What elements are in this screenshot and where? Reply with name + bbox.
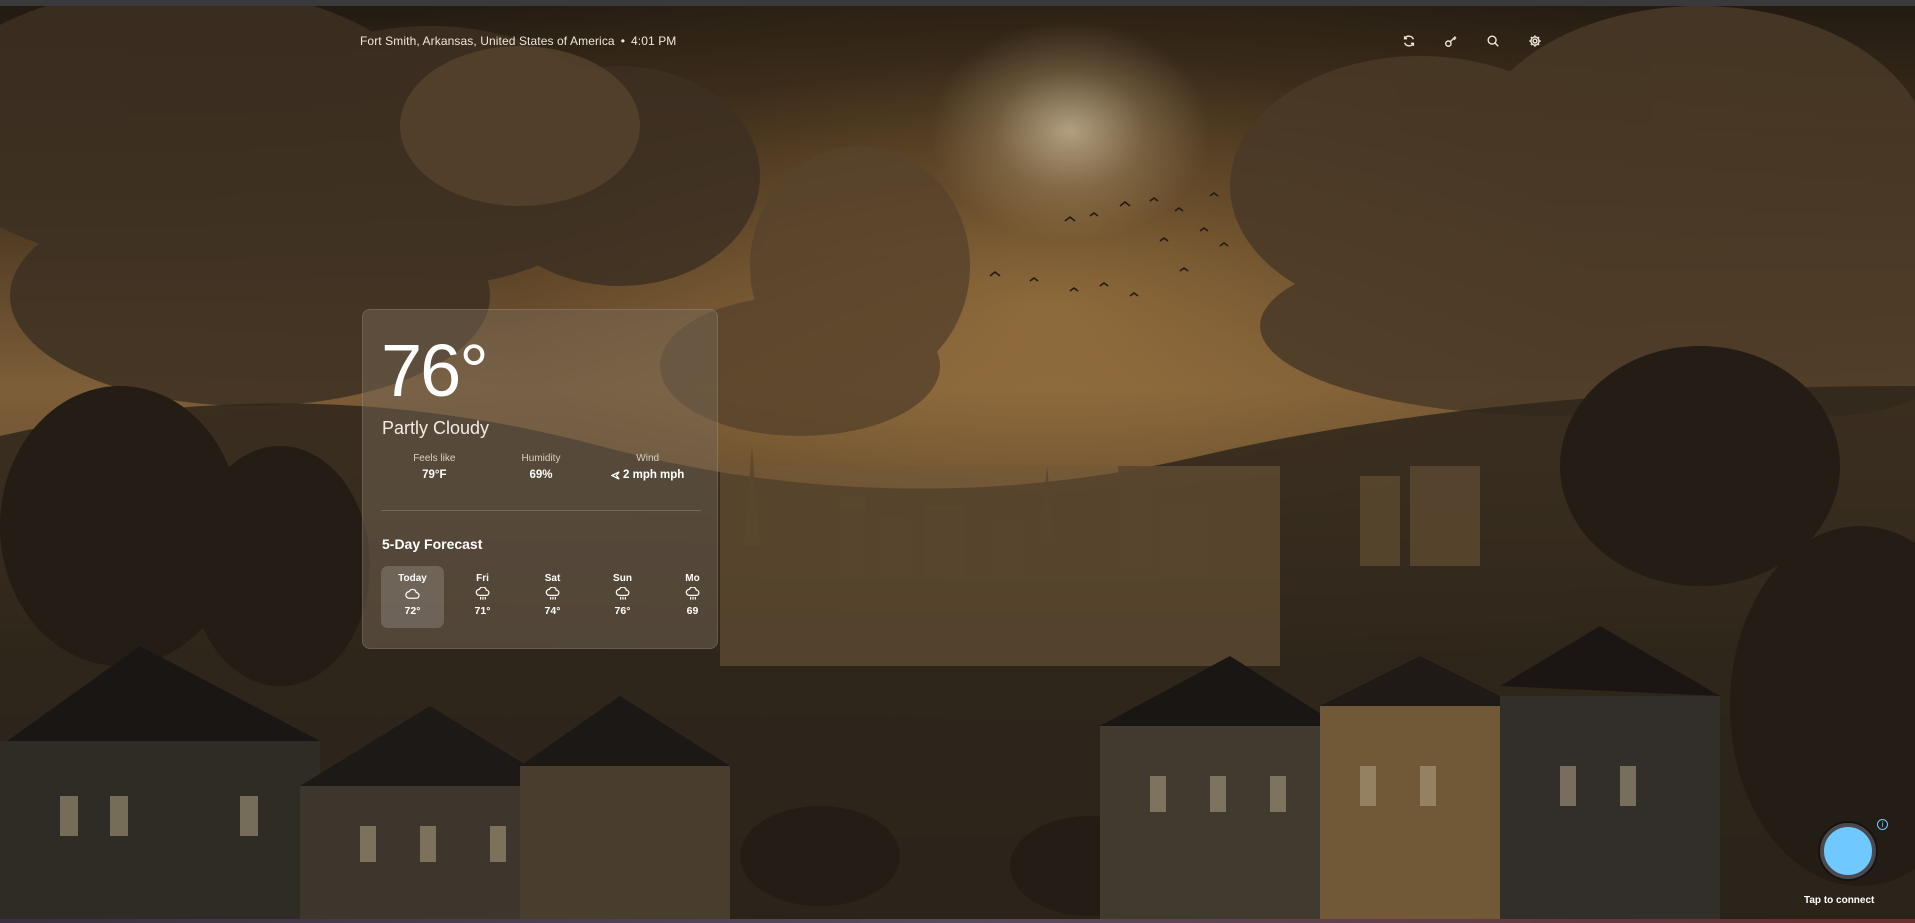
forecast-day-temp: 74° xyxy=(544,605,561,617)
wind-label: Wind xyxy=(636,453,660,464)
humidity-stat: Humidity 69% xyxy=(488,453,595,481)
feels-like-label: Feels like xyxy=(413,453,456,464)
card-divider xyxy=(381,510,701,511)
background-illustration xyxy=(0,6,1915,919)
forecast-day-temp: 76° xyxy=(614,605,631,617)
info-icon[interactable]: i xyxy=(1877,819,1888,830)
wind-direction-icon xyxy=(611,470,620,480)
header-separator: • xyxy=(620,34,626,48)
forecast-day-temp: 72° xyxy=(404,605,421,617)
current-stats: Feels like 79°F Humidity 69% Wind 2 mph … xyxy=(381,453,701,481)
humidity-label: Humidity xyxy=(521,453,561,464)
forecast-day-name: Today xyxy=(398,573,427,584)
connect-button[interactable] xyxy=(1820,823,1876,879)
forecast-day-sat[interactable]: Sat 74° xyxy=(521,566,584,628)
refresh-icon[interactable] xyxy=(1400,32,1418,50)
location-time-header: Fort Smith, Arkansas, United States of A… xyxy=(360,34,676,48)
wind-value: 2 mph mph xyxy=(623,469,685,481)
humidity-value: 69% xyxy=(529,469,553,481)
search-icon[interactable] xyxy=(1484,32,1502,50)
forecast-day-today[interactable]: Today 72° xyxy=(381,566,444,628)
location-name: Fort Smith, Arkansas, United States of A… xyxy=(360,34,615,48)
settings-icon[interactable] xyxy=(1526,32,1544,50)
rain-cloud-icon xyxy=(451,587,514,603)
feels-like-value: 79°F xyxy=(422,469,447,481)
rain-cloud-icon xyxy=(521,587,584,603)
forecast-title: 5-Day Forecast xyxy=(382,536,483,552)
weather-card: 76° Partly Cloudy Feels like 79°F Humidi… xyxy=(362,309,718,649)
forecast-day-temp: 71° xyxy=(474,605,491,617)
connect-label[interactable]: Tap to connect xyxy=(1804,895,1904,906)
toolbar xyxy=(1400,32,1544,50)
key-icon[interactable] xyxy=(1442,32,1460,50)
forecast-day-name: Sun xyxy=(613,573,632,584)
background-scene xyxy=(0,6,1915,919)
forecast-day-temp: 69 xyxy=(686,605,699,617)
rain-cloud-icon xyxy=(661,587,711,603)
wind-stat: Wind 2 mph mph xyxy=(594,453,701,481)
feels-like-stat: Feels like 79°F xyxy=(381,453,488,481)
forecast-list: Today 72° Fri 71° Sat 74° Sun 76° Mo 69 xyxy=(381,566,711,628)
forecast-day-mon[interactable]: Mo 69 xyxy=(661,566,711,628)
forecast-day-fri[interactable]: Fri 71° xyxy=(451,566,514,628)
forecast-day-name: Sat xyxy=(544,573,561,584)
cloud-icon xyxy=(381,587,444,603)
current-temperature: 76° xyxy=(381,329,489,412)
window-bottom-border xyxy=(0,919,1915,923)
forecast-day-name: Mo xyxy=(685,573,700,584)
forecast-day-sun[interactable]: Sun 76° xyxy=(591,566,654,628)
current-condition: Partly Cloudy xyxy=(382,418,490,438)
current-time: 4:01 PM xyxy=(631,34,677,48)
forecast-day-name: Fri xyxy=(476,573,489,584)
rain-cloud-icon xyxy=(591,587,654,603)
